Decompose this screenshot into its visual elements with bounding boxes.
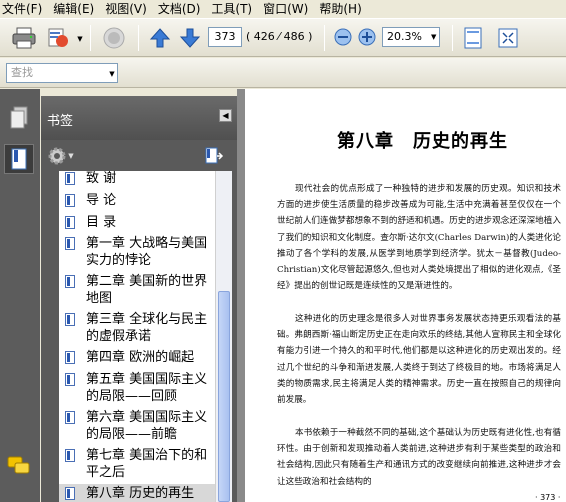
zoom-in-icon[interactable] xyxy=(358,28,376,46)
bookmarks-title: 书签 xyxy=(47,114,74,129)
chapter-title: 第八章 历史的再生 xyxy=(337,131,508,152)
menu-help[interactable]: 帮助(H) xyxy=(319,0,361,17)
hand-tool-icon[interactable] xyxy=(100,25,128,51)
bookmark-icon xyxy=(65,194,75,207)
bookmark-item[interactable]: 第一章 大战略与美国实力的悖论 xyxy=(59,234,215,272)
fit-page-icon[interactable] xyxy=(462,26,484,50)
chevron-down-icon[interactable]: ▼ xyxy=(108,70,116,78)
bookmark-icon xyxy=(65,449,75,462)
bookmark-item[interactable]: 第三章 全球化与民主的虚假承诺 xyxy=(59,310,215,348)
next-page-icon[interactable] xyxy=(178,26,202,50)
menu-file[interactable]: 文件(F) xyxy=(2,0,42,17)
comments-icon[interactable] xyxy=(4,451,34,481)
panel-splitter[interactable] xyxy=(237,89,245,502)
navigation-pane-strip xyxy=(0,89,40,502)
chevron-down-icon[interactable]: ▼ xyxy=(431,33,436,41)
bookmark-icon xyxy=(65,487,75,500)
document-page: 第八章 历史的再生 现代社会的优点形成了一种独特的进步和发展的历史观。知识和技术… xyxy=(245,89,566,502)
paragraph: 这种进化的历史理念是很多人对世界事务发展状态持更乐观看法的基础。弗朗西斯·福山断… xyxy=(277,314,561,406)
bookmarks-icon[interactable] xyxy=(4,144,34,174)
gear-icon[interactable] xyxy=(47,146,67,166)
bookmark-icon xyxy=(65,237,75,250)
bookmarks-toolbar: ▼ xyxy=(41,140,237,171)
bookmarks-scrollbar[interactable] xyxy=(215,171,232,502)
bookmark-icon xyxy=(65,373,75,386)
search-input[interactable]: 查找 xyxy=(6,63,118,83)
zoom-out-icon[interactable] xyxy=(334,28,352,46)
menu-document[interactable]: 文档(D) xyxy=(158,0,201,17)
bookmark-icon xyxy=(65,313,75,326)
chevron-down-icon[interactable]: ▼ xyxy=(76,35,84,43)
page-count-label: ( 426 ⁄ 486 ) xyxy=(246,30,313,43)
bookmark-item[interactable]: 第二章 美国新的世界地图 xyxy=(59,272,215,310)
menu-window[interactable]: 窗口(W) xyxy=(263,0,308,17)
scrollbar-thumb[interactable] xyxy=(218,291,230,502)
search-toolbar: 查找 ▼ xyxy=(0,58,566,88)
bookmark-icon xyxy=(65,172,75,185)
menu-view[interactable]: 视图(V) xyxy=(105,0,147,17)
menu-bar: 文件(F) 编辑(E) 视图(V) 文档(D) 工具(T) 窗口(W) 帮助(H… xyxy=(0,0,566,17)
bookmark-item[interactable]: 第五章 美国国际主义的局限——回顾 xyxy=(59,370,215,408)
bookmark-item[interactable]: 致 谢 xyxy=(59,171,215,189)
bookmark-icon xyxy=(65,411,75,424)
page-number-input[interactable]: 373 xyxy=(208,27,242,47)
bookmarks-list: 致 谢 导 论 目 录 第一章 大战略与美国实力的悖论 第二章 美国新的世界地图… xyxy=(59,171,215,502)
collapse-panel-button[interactable]: ◀ xyxy=(219,109,232,122)
bookmark-item[interactable]: 导 论 xyxy=(59,191,215,211)
menu-tools[interactable]: 工具(T) xyxy=(211,0,252,17)
previous-page-icon[interactable] xyxy=(148,26,172,50)
main-toolbar: ▼ 373 ( 426 ⁄ 486 ) 20.3% ▼ xyxy=(0,18,566,57)
bookmark-icon xyxy=(65,275,75,288)
bookmarks-panel-header: 书签 ◀ xyxy=(41,96,237,140)
bookmark-item-selected[interactable]: 第八章 历史的再生 xyxy=(59,484,215,502)
bookmark-icon xyxy=(65,216,75,229)
full-screen-icon[interactable] xyxy=(496,26,520,50)
print-icon[interactable] xyxy=(10,25,38,51)
pages-icon[interactable] xyxy=(4,103,34,133)
paragraph: 本书依赖于一种截然不同的基础,这个基础认为历史既有进化性,也有循环性。由于创新和… xyxy=(277,428,561,487)
bookmark-item[interactable]: 第六章 美国国际主义的局限——前瞻 xyxy=(59,408,215,446)
expand-bookmark-icon[interactable] xyxy=(203,145,225,167)
menu-edit[interactable]: 编辑(E) xyxy=(53,0,94,17)
page-number: · 373 · xyxy=(535,493,561,502)
bookmark-item[interactable]: 目 录 xyxy=(59,213,215,233)
create-pdf-icon[interactable] xyxy=(46,25,74,51)
chevron-down-icon[interactable]: ▼ xyxy=(67,152,75,160)
bookmark-item[interactable]: 第四章 欧洲的崛起 xyxy=(59,348,215,368)
bookmark-item[interactable]: 第七章 美国治下的和平之后 xyxy=(59,446,215,484)
paragraph: 现代社会的优点形成了一种独特的进步和发展的历史观。知识和技术方面的进步使生活质量… xyxy=(277,184,561,292)
bookmark-icon xyxy=(65,351,75,364)
